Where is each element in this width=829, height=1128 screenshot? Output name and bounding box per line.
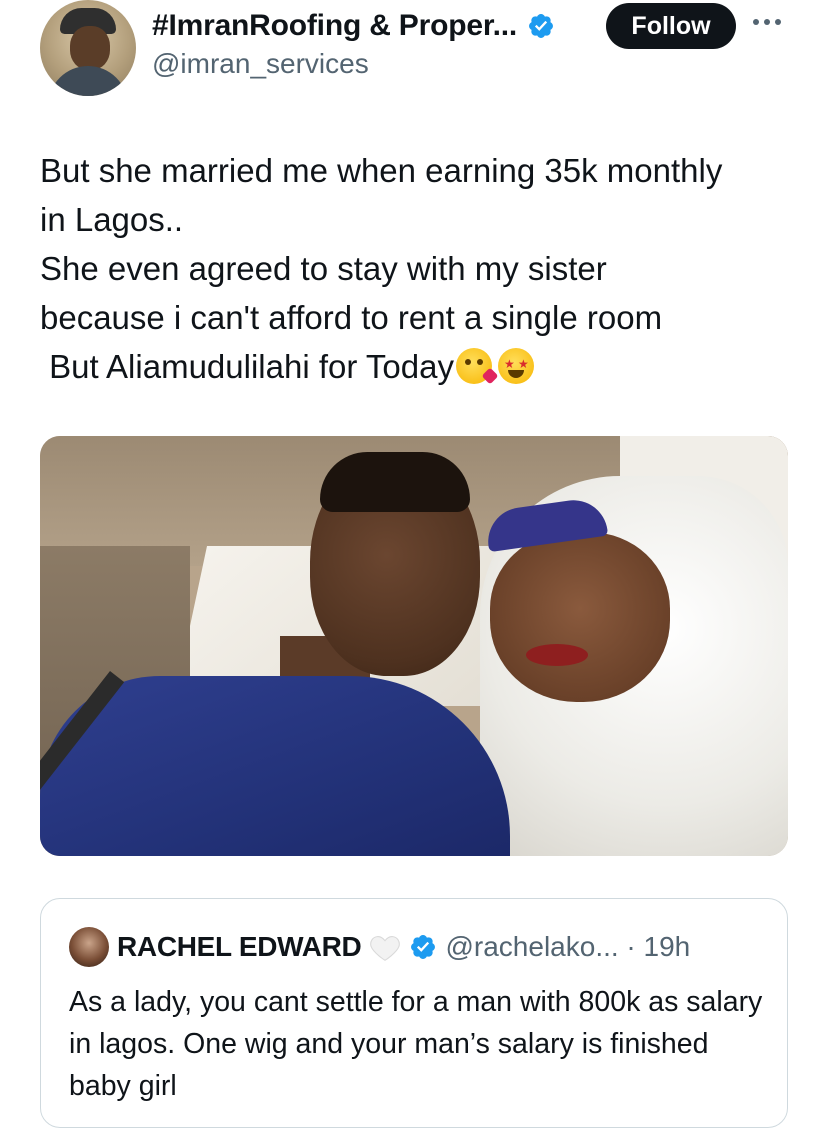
quoted-tweet[interactable]: RACHEL EDWARD @rachelako... · 19h As a l… — [40, 898, 788, 1128]
quoted-author-handle-time[interactable]: @rachelako... · 19h — [445, 931, 690, 963]
white-heart-icon — [370, 936, 401, 961]
author-display-name[interactable]: #ImranRoofing & Proper... — [152, 9, 517, 43]
follow-button[interactable]: Follow — [606, 3, 736, 49]
author-handle[interactable]: @imran_services — [152, 48, 369, 80]
tweet-line: But she married me when earning 35k mont… — [40, 152, 723, 189]
tweet-photo[interactable] — [40, 436, 788, 856]
more-dot — [753, 19, 759, 25]
tweet-line-last: But Aliamudulilahi for Today ★ ★ — [40, 342, 800, 391]
woman-face — [490, 532, 670, 702]
more-dot — [764, 19, 770, 25]
quoted-tweet-header: RACHEL EDWARD @rachelako... · 19h — [69, 927, 690, 967]
avatar-face — [70, 26, 110, 70]
tweet-line: in Lagos.. — [40, 201, 184, 238]
tweet-line: But Aliamudulilahi for Today — [40, 348, 454, 385]
verified-badge-icon — [411, 935, 436, 959]
verified-badge-icon — [529, 14, 554, 38]
tweet-line: because i can't afford to rent a single … — [40, 299, 663, 336]
quoted-tweet-text: As a lady, you cant settle for a man wit… — [69, 986, 763, 1102]
woman-lips — [526, 644, 588, 666]
author-avatar[interactable] — [40, 0, 136, 96]
quoted-author-avatar[interactable] — [69, 927, 109, 967]
avatar-shirt — [48, 66, 128, 96]
author-name-row: #ImranRoofing & Proper... — [152, 6, 555, 46]
man-hair — [320, 452, 470, 512]
tweet-page: #ImranRoofing & Proper... @imran_service… — [0, 0, 829, 1128]
tweet-text: But she married me when earning 35k mont… — [40, 146, 800, 391]
more-icon[interactable] — [753, 14, 787, 30]
more-dot — [775, 19, 781, 25]
star-struck-emoji: ★ ★ — [497, 348, 534, 384]
quoted-author-name[interactable]: RACHEL EDWARD — [117, 931, 362, 963]
face-blowing-kiss-emoji — [455, 348, 499, 385]
man-body — [40, 676, 510, 856]
tweet-line: She even agreed to stay with my sister — [40, 250, 607, 287]
